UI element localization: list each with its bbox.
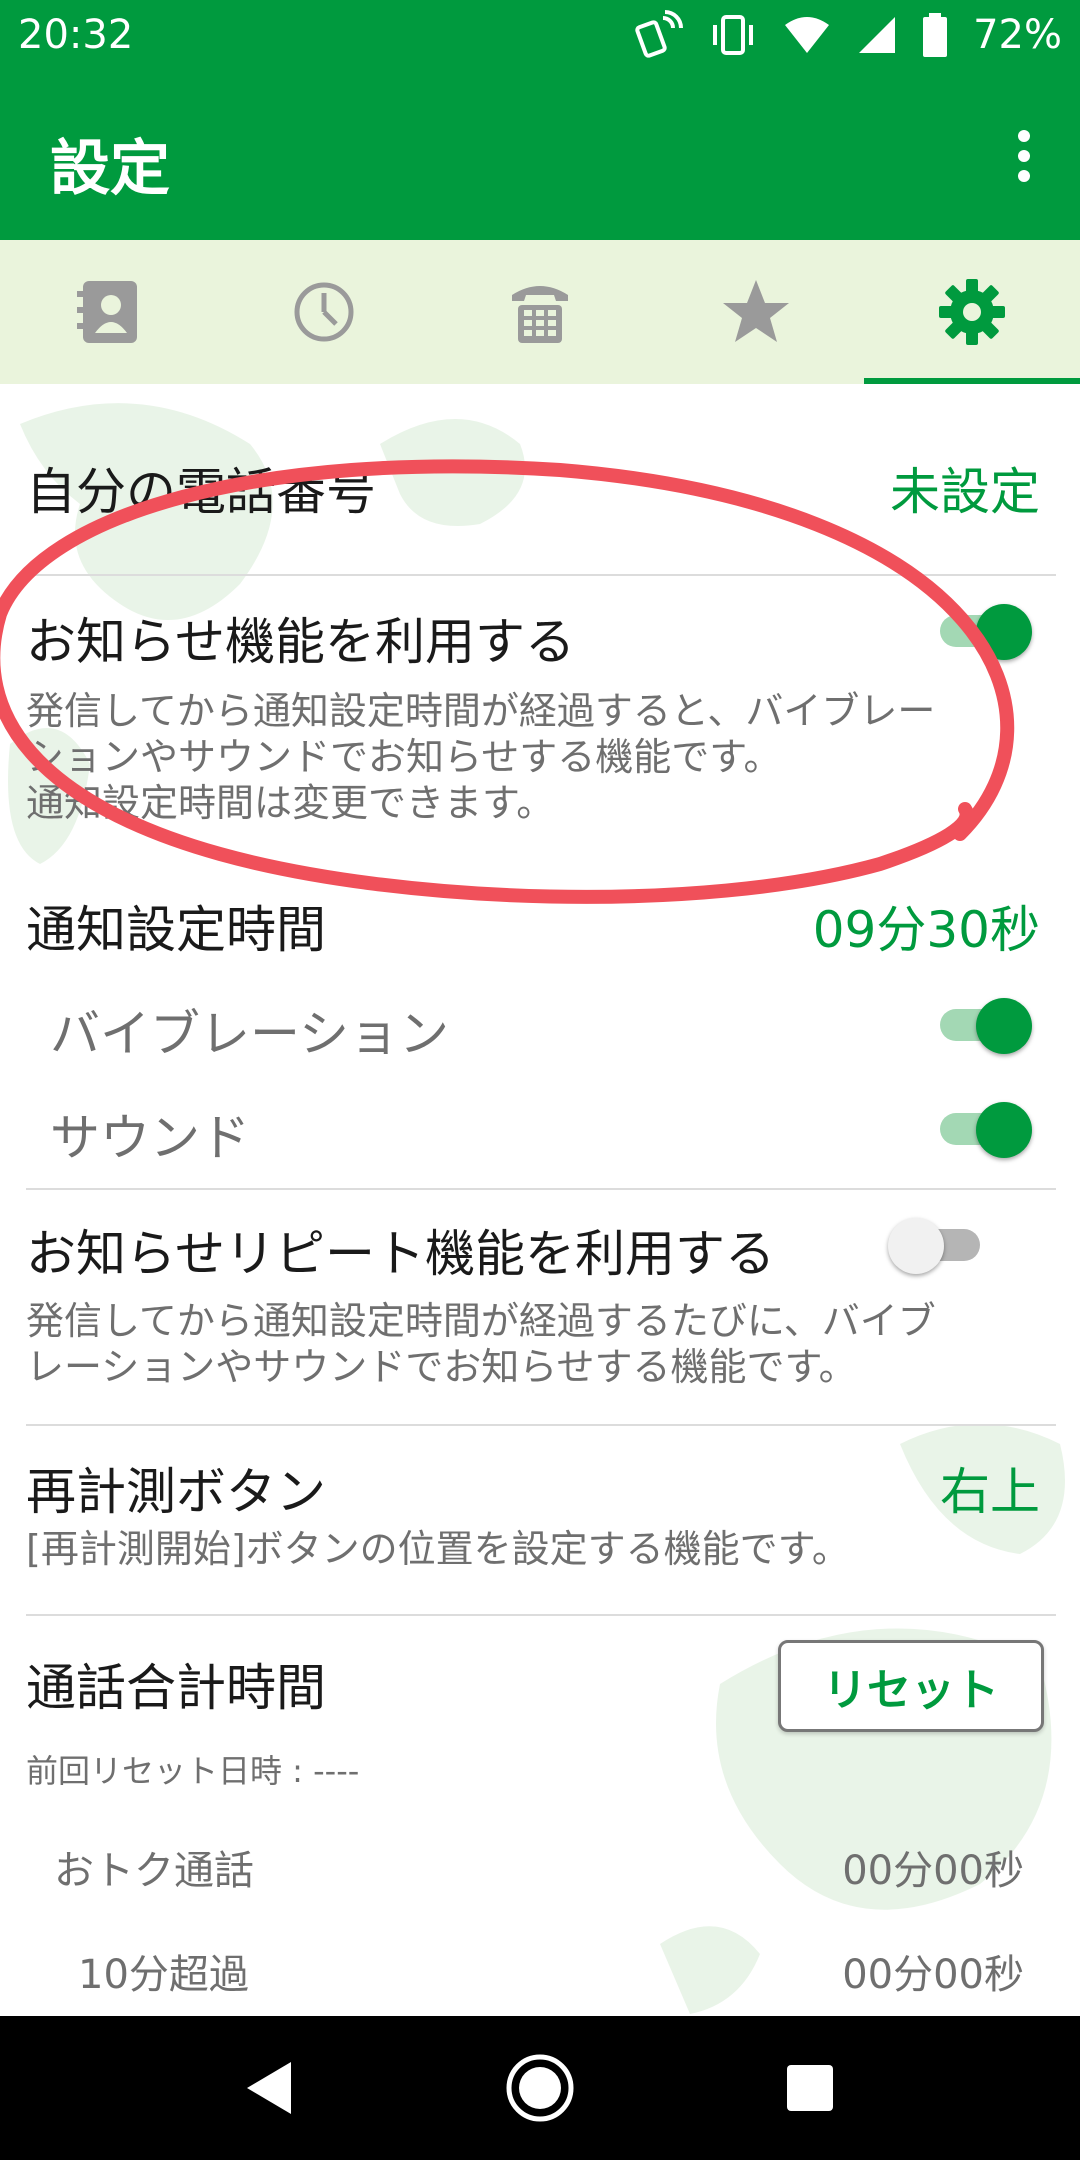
last-reset-text: 前回リセット日時 : ---- [26,1752,360,1790]
page-title: 設定 [50,134,170,204]
stat-label-otoku: おトク通話 [54,1848,254,1894]
tab-settings[interactable] [864,240,1080,384]
gear-icon [939,279,1005,345]
tab-bar [0,240,1080,384]
notify-toggle[interactable] [932,598,1032,660]
remeasure-label: 再計測ボタン [26,1463,326,1521]
divider [26,574,1056,576]
home-button[interactable] [440,2016,640,2160]
battery-icon [923,13,948,57]
vibration-label: バイブレーション [50,1005,449,1063]
vibrate-icon [713,15,754,55]
recents-icon [787,2065,833,2111]
app-bar: 設定 [0,72,1080,240]
vibration-toggle[interactable] [932,992,1032,1054]
status-bar: 20:32 72% [0,0,1080,72]
divider [26,1188,1056,1190]
navigation-bar [0,2016,1080,2160]
tab-history[interactable] [216,240,432,384]
divider [26,1614,1056,1616]
phone-vibrate-hd-icon [635,10,684,58]
notify-label: お知らせ機能を利用する [26,613,575,671]
my-number-value: 未設定 [890,463,1040,521]
tab-dialpad[interactable] [432,240,648,384]
repeat-label: お知らせリピート機能を利用する [26,1225,775,1283]
home-icon [506,2054,574,2122]
tab-favorites[interactable] [648,240,864,384]
tab-contacts[interactable] [0,240,216,384]
back-icon [247,2062,291,2114]
total-time-label: 通話合計時間 [26,1659,326,1717]
stat-value-otoku: 00分00秒 [842,1848,1024,1894]
notify-time-value: 09分30秒 [812,901,1040,959]
sound-toggle[interactable] [932,1096,1032,1158]
sound-label: サウンド [50,1109,250,1167]
reset-button[interactable]: リセット [778,1640,1044,1732]
recents-button[interactable] [710,2016,910,2160]
divider [26,1424,1056,1426]
status-time: 20:32 [18,12,134,58]
contacts-icon [77,281,137,343]
signal-icon [859,17,896,53]
dialpad-icon [512,286,568,343]
overflow-menu-icon[interactable] [1018,130,1030,182]
remeasure-description: [再計測開始]ボタンの位置を設定する機能です。 [26,1527,850,1571]
battery-percent: 72% [973,12,1062,58]
my-number-label: 自分の電話番号 [26,463,376,521]
star-icon [723,280,789,342]
repeat-toggle[interactable] [888,1212,988,1274]
notify-time-label: 通知設定時間 [26,901,326,959]
history-icon [294,282,354,342]
stat-label-over10: 10分超過 [78,1952,249,1998]
remeasure-value: 右上 [940,1463,1040,1521]
notify-description: 発信してから通知設定時間が経過すると、バイブレー ションやサウンドでお知らせする… [26,689,936,825]
back-button[interactable] [168,2016,368,2160]
wifi-icon [785,17,830,53]
repeat-description: 発信してから通知設定時間が経過するたびに、バイブ レーションやサウンドでお知らせ… [26,1299,936,1389]
settings-list[interactable]: 自分の電話番号 未設定 お知らせ機能を利用する 発信してから通知設定時間が経過す… [0,384,1080,2016]
stat-value-over10: 00分00秒 [842,1952,1024,1998]
